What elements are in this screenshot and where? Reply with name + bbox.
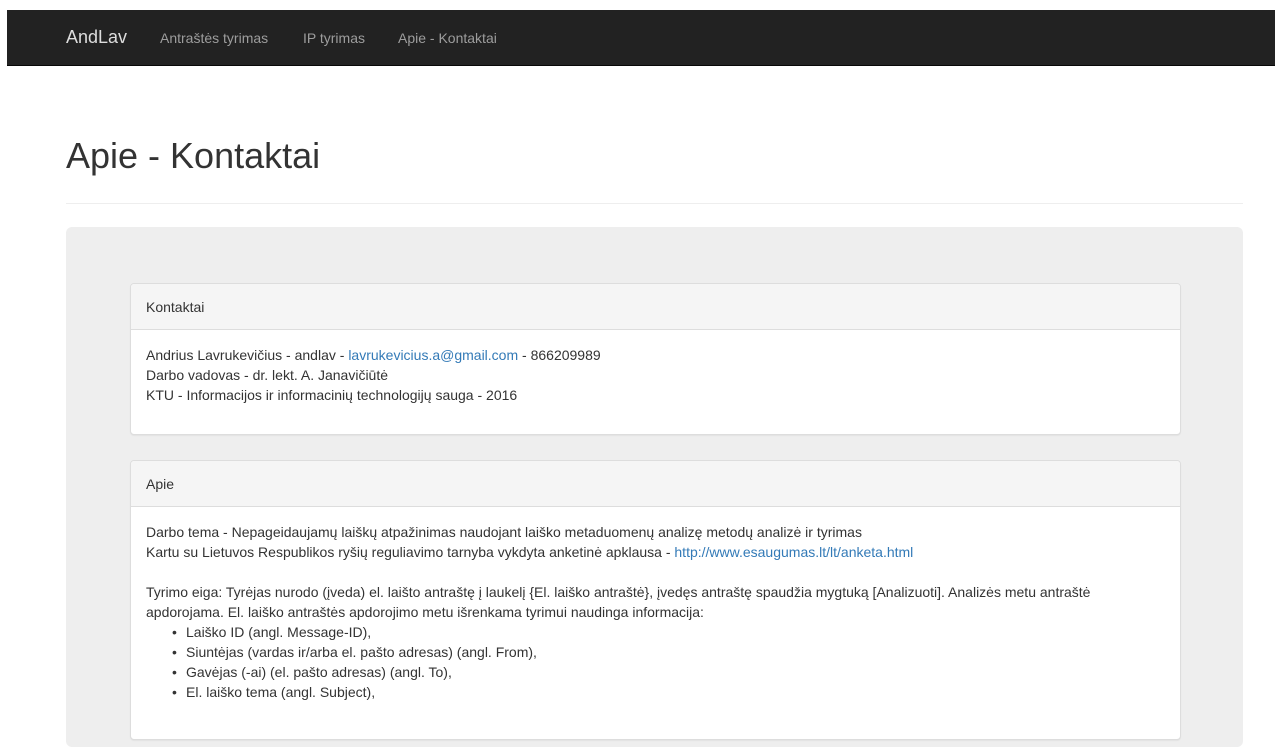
list-item-text: Laiško ID (angl. Message-ID), xyxy=(186,624,372,640)
brand-link[interactable]: AndLav xyxy=(66,10,127,66)
top-navbar: AndLav Antraštės tyrimas IP tyrimas Apie… xyxy=(7,10,1275,66)
author-phone: - 866209989 xyxy=(518,347,601,363)
author-line: Andrius Lavrukevičius - andlav - lavruke… xyxy=(146,345,1165,365)
list-item-text: Siuntėjas (vardas ir/arba el. pašto adre… xyxy=(186,644,537,660)
nav-link-about-contacts[interactable]: Apie - Kontaktai xyxy=(398,10,497,66)
bullet-icon: • xyxy=(172,624,177,640)
contacts-panel-body: Andrius Lavrukevičius - andlav - lavruke… xyxy=(131,330,1180,405)
contacts-panel-heading: Kontaktai xyxy=(131,284,1180,330)
list-item-text: El. laiško tema (angl. Subject), xyxy=(186,684,376,700)
page-title: Apie - Kontaktai xyxy=(66,135,321,176)
title-divider xyxy=(66,203,1243,204)
bullet-icon: • xyxy=(172,684,177,700)
list-item: • Siuntėjas (vardas ir/arba el. pašto adr… xyxy=(172,642,1165,662)
about-panel-heading: Apie xyxy=(131,461,1180,507)
survey-line: Kartu su Lietuvos Respublikos ryšių regu… xyxy=(146,542,1165,562)
about-panel: Apie Darbo tema - Nepageidaujamų laiškų … xyxy=(130,460,1181,740)
bullet-icon: • xyxy=(172,664,177,680)
list-item: • El. laiško tema (angl. Subject), xyxy=(172,682,1165,702)
topic-line: Darbo tema - Nepageidaujamų laiškų atpaž… xyxy=(146,524,862,540)
university-line: KTU - Informacijos ir informacinių techn… xyxy=(146,387,518,403)
list-item-text: Gavėjas (-ai) (el. pašto adresas) (angl.… xyxy=(186,664,452,680)
about-panel-body: Darbo tema - Nepageidaujamų laiškų atpaž… xyxy=(131,507,1180,702)
collected-info-list: • Laiško ID (angl. Message-ID), • Siuntėja… xyxy=(146,622,1165,702)
list-item: • Laiško ID (angl. Message-ID), xyxy=(172,622,1165,642)
nav-link-header-analysis[interactable]: Antraštės tyrimas xyxy=(160,10,268,66)
survey-text: Kartu su Lietuvos Respublikos ryšių regu… xyxy=(146,544,675,560)
author-email-link[interactable]: lavrukevicius.a@gmail.com xyxy=(348,347,518,363)
bullet-icon: • xyxy=(172,644,177,660)
supervisor-line: Darbo vadovas - dr. lekt. A. Janavičiūtė xyxy=(146,367,389,383)
author-text: Andrius Lavrukevičius - andlav - xyxy=(146,347,349,363)
survey-link[interactable]: http://www.esaugumas.lt/lt/anketa.html xyxy=(674,544,913,560)
nav-link-ip-analysis[interactable]: IP tyrimas xyxy=(303,10,365,66)
procedure-paragraph: Tyrimo eiga: Tyrėjas nurodo (įveda) el. … xyxy=(146,584,1091,620)
list-item: • Gavėjas (-ai) (el. pašto adresas) (angl… xyxy=(172,662,1165,682)
contacts-panel: Kontaktai Andrius Lavrukevičius - andlav… xyxy=(130,283,1181,435)
